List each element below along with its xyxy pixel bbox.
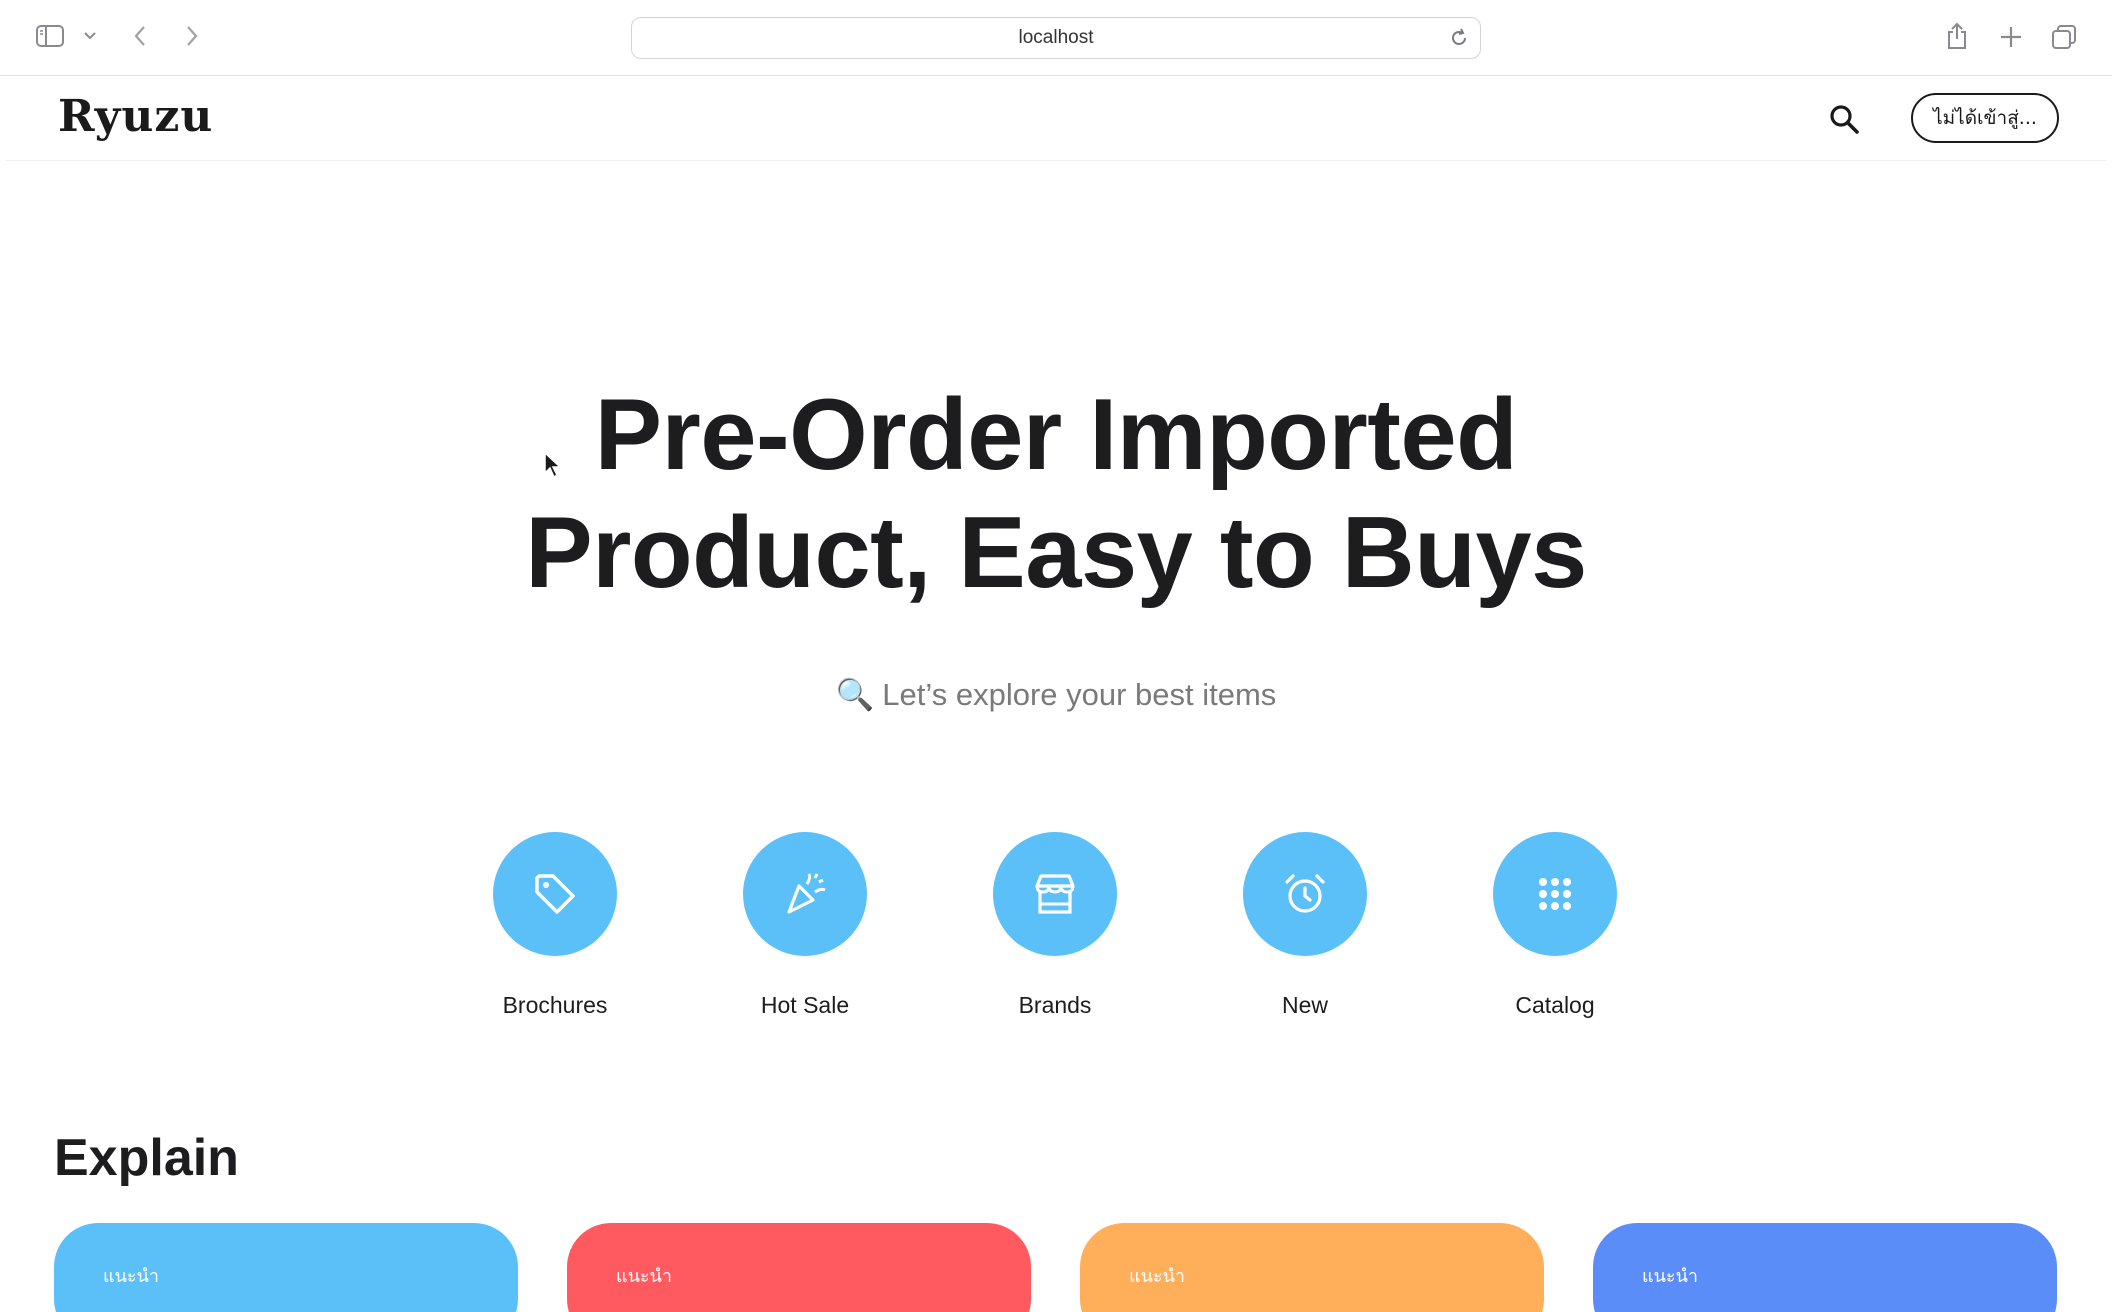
hero-title: Pre-Order Imported Product, Easy to Buys [356, 376, 1756, 612]
address-bar[interactable]: localhost [631, 17, 1481, 59]
category-brands[interactable]: Brands [993, 832, 1117, 1019]
logo[interactable]: Ryuzu [58, 91, 213, 142]
hero-title-line-1: Pre-Order Imported [594, 379, 1518, 491]
new-tab-icon[interactable] [1996, 22, 2026, 52]
card-tag: แนะนำ [1129, 1266, 1185, 1287]
category-circle[interactable] [993, 832, 1117, 956]
category-label: Brands [1018, 992, 1092, 1018]
category-label: Brochures [502, 992, 608, 1018]
category-new[interactable]: New [1243, 832, 1367, 1019]
sidebar-toggle-icon[interactable] [34, 20, 66, 52]
party-popper-icon [787, 873, 826, 914]
category-label: New [1281, 992, 1328, 1018]
grid-dots-icon [1539, 878, 1571, 910]
share-icon[interactable] [1942, 20, 1972, 52]
card-tag: แนะนำ [103, 1266, 159, 1287]
category-circle[interactable] [1243, 832, 1367, 956]
search-icon[interactable] [1824, 99, 1864, 139]
card-tag: แนะนำ [1642, 1266, 1698, 1287]
category-label: Catalog [1515, 992, 1595, 1018]
browser-toolbar: localhost [0, 0, 2112, 76]
reload-icon[interactable] [1448, 27, 1470, 54]
explain-card-4[interactable]: แนะนำ [1593, 1223, 2057, 1312]
hero-subtitle: 🔍 Let’s explore your best items [556, 676, 1556, 713]
card-tag: แนะนำ [616, 1266, 672, 1287]
chevron-down-icon[interactable] [80, 26, 100, 46]
category-circle[interactable] [493, 832, 617, 956]
login-button[interactable]: ไม่ได้เข้าสู่... [1911, 93, 2059, 143]
tab-overview-icon[interactable] [2048, 22, 2080, 52]
url-text: localhost [1018, 27, 1094, 48]
back-icon[interactable] [128, 22, 152, 50]
explain-card-2[interactable]: แนะนำ [567, 1223, 1031, 1312]
category-label: Hot Sale [760, 992, 850, 1018]
category-hot-sale[interactable]: Hot Sale [743, 832, 867, 1019]
explain-card-1[interactable]: แนะนำ [54, 1223, 518, 1312]
store-icon [1035, 874, 1075, 914]
hero-subtitle-text: Let’s explore your best items [882, 676, 1277, 712]
alarm-clock-icon [1285, 874, 1325, 913]
explain-card-3[interactable]: แนะนำ [1080, 1223, 1544, 1312]
magnifier-icon: 🔍 [835, 677, 875, 712]
category-brochures[interactable]: Brochures [493, 832, 617, 1019]
category-circle[interactable] [743, 832, 867, 956]
tag-icon [535, 874, 575, 914]
category-circle[interactable] [1493, 832, 1617, 956]
category-catalog[interactable]: Catalog [1493, 832, 1617, 1019]
hero-title-line-2: Product, Easy to Buys [525, 497, 1587, 609]
site-header: Ryuzu ไม่ได้เข้าสู่... [6, 77, 2106, 161]
explain-section-title: Explain [54, 1129, 239, 1187]
forward-icon[interactable] [180, 22, 204, 50]
